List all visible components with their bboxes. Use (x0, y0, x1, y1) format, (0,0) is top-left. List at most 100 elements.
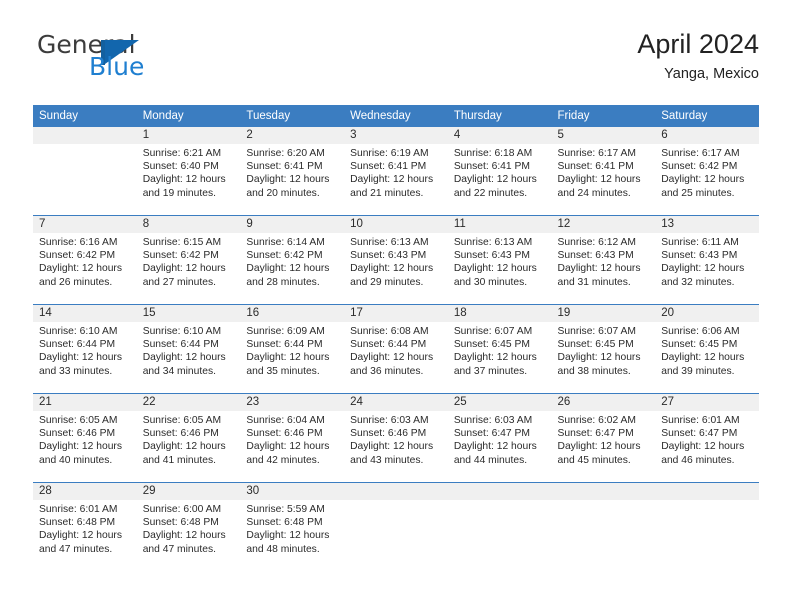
calendar-day-cell[interactable]: 7 Sunrise: 6:16 AM Sunset: 6:42 PM Daylight… (33, 216, 137, 304)
calendar-day-cell[interactable]: 10 Sunrise: 6:13 AM Sunset: 6:43 PM Dayligh… (344, 216, 448, 304)
sunrise-text: Sunrise: 6:19 AM (350, 148, 429, 159)
calendar-day-cell[interactable]: 24 Sunrise: 6:03 AM Sunset: 6:46 PM Dayligh… (344, 394, 448, 482)
calendar-day-cell[interactable]: 4 Sunrise: 6:18 AM Sunset: 6:41 PM Daylight… (447, 127, 552, 215)
calendar-day-cell[interactable]: 28 Sunrise: 6:01 AM Sunset: 6:48 PM Dayligh… (33, 483, 137, 571)
calendar-day-cell[interactable]: 11 Sunrise: 6:13 AM Sunset: 6:43 PM Dayligh… (447, 216, 552, 304)
daylight-text-line1: Daylight: 12 hours (557, 263, 641, 275)
calendar-day-cell[interactable]: 21 Sunrise: 6:05 AM Sunset: 6:46 PM Dayligh… (33, 394, 137, 482)
sunset-text: Sunset: 6:46 PM (142, 428, 219, 440)
sunrise-text: Sunrise: 6:08 AM (350, 326, 429, 337)
day-details: Sunrise: 6:10 AM Sunset: 6:44 PM Daylight:… (137, 322, 241, 378)
calendar-day-cell[interactable]: 30 Sunrise: 5:59 AM Sunset: 6:48 PM Dayligh… (240, 483, 345, 571)
sunrise-text: Sunrise: 6:05 AM (142, 415, 222, 426)
weekday-header-wednesday: Wednesday (344, 105, 448, 127)
calendar-day-cell[interactable]: 29 Sunrise: 6:00 AM Sunset: 6:48 PM Dayligh… (136, 483, 241, 571)
sunset-text: Sunset: 6:47 PM (557, 428, 634, 440)
sunrise-text: Sunrise: 6:21 AM (142, 148, 222, 159)
day-number (33, 127, 137, 144)
sunset-text: Sunset: 6:40 PM (142, 161, 219, 173)
sunrise-text: Sunrise: 6:13 AM (350, 237, 429, 248)
calendar-day-cell[interactable]: 14 Sunrise: 6:10 AM Sunset: 6:44 PM Dayligh… (33, 305, 137, 393)
daylight-text-line1: Daylight: 12 hours (39, 441, 122, 453)
calendar-week-row: 1 Sunrise: 6:21 AM Sunset: 6:40 PM Daylight… (33, 126, 759, 216)
daylight-text-line2: and 30 minutes. (453, 276, 528, 288)
calendar-day-cell[interactable]: 6 Sunrise: 6:17 AM Sunset: 6:42 PM Daylight… (655, 127, 759, 215)
sunset-text: Sunset: 6:42 PM (246, 250, 323, 262)
calendar-day-cell[interactable]: 2 Sunrise: 6:20 AM Sunset: 6:41 PM Daylight… (240, 127, 345, 215)
calendar-day-cell[interactable]: 16 Sunrise: 6:09 AM Sunset: 6:44 PM Dayligh… (240, 305, 345, 393)
calendar-day-cell[interactable]: 3 Sunrise: 6:19 AM Sunset: 6:41 PM Daylight… (344, 127, 448, 215)
sunset-text: Sunset: 6:45 PM (557, 339, 634, 351)
daylight-text-line1: Daylight: 12 hours (39, 352, 122, 364)
sunset-text: Sunset: 6:43 PM (557, 250, 634, 262)
calendar-day-cell[interactable]: 22 Sunrise: 6:05 AM Sunset: 6:46 PM Dayligh… (136, 394, 241, 482)
sunset-text: Sunset: 6:42 PM (39, 250, 116, 262)
day-number: 3 (344, 127, 448, 144)
sunrise-text: Sunrise: 6:00 AM (142, 504, 222, 515)
calendar-body: 1 Sunrise: 6:21 AM Sunset: 6:40 PM Daylight… (33, 126, 759, 571)
day-details: Sunrise: 6:13 AM Sunset: 6:43 PM Daylight:… (448, 233, 552, 289)
calendar-day-cell[interactable]: 5 Sunrise: 6:17 AM Sunset: 6:41 PM Daylight… (551, 127, 656, 215)
day-number: 15 (136, 305, 241, 322)
calendar-day-cell[interactable]: 17 Sunrise: 6:08 AM Sunset: 6:44 PM Dayligh… (344, 305, 448, 393)
daylight-text-line1: Daylight: 12 hours (39, 530, 122, 542)
calendar-day-cell[interactable]: 19 Sunrise: 6:07 AM Sunset: 6:45 PM Dayligh… (551, 305, 656, 393)
daylight-text-line2: and 24 minutes. (557, 187, 631, 199)
calendar-day-cell[interactable]: 12 Sunrise: 6:12 AM Sunset: 6:43 PM Dayligh… (551, 216, 656, 304)
sunset-text: Sunset: 6:43 PM (453, 250, 530, 262)
sunset-text: Sunset: 6:43 PM (350, 250, 427, 262)
calendar-day-cell[interactable]: 15 Sunrise: 6:10 AM Sunset: 6:44 PM Dayligh… (136, 305, 241, 393)
sunrise-text: Sunrise: 6:11 AM (661, 237, 739, 248)
day-number: 24 (344, 394, 448, 411)
sunset-text: Sunset: 6:42 PM (142, 250, 219, 262)
day-number: 26 (551, 394, 656, 411)
sunrise-text: Sunrise: 6:01 AM (39, 504, 118, 515)
daylight-text-line1: Daylight: 12 hours (661, 352, 745, 364)
day-details: Sunrise: 6:00 AM Sunset: 6:48 PM Daylight:… (137, 500, 241, 556)
day-details: Sunrise: 6:05 AM Sunset: 6:46 PM Daylight:… (137, 411, 241, 467)
sunrise-text: Sunrise: 6:17 AM (557, 148, 636, 159)
sunrise-text: Sunrise: 6:02 AM (557, 415, 636, 426)
calendar-day-cell[interactable]: 25 Sunrise: 6:03 AM Sunset: 6:47 PM Dayligh… (447, 394, 552, 482)
day-number: 8 (136, 216, 241, 233)
daylight-text-line2: and 35 minutes. (246, 365, 320, 377)
calendar-day-cell[interactable]: 8 Sunrise: 6:15 AM Sunset: 6:42 PM Daylight… (136, 216, 241, 304)
sunset-text: Sunset: 6:47 PM (661, 428, 738, 440)
day-number: 12 (551, 216, 656, 233)
day-number: 5 (551, 127, 656, 144)
day-details: Sunrise: 6:09 AM Sunset: 6:44 PM Daylight:… (240, 322, 344, 378)
calendar-day-cell[interactable]: 20 Sunrise: 6:06 AM Sunset: 6:45 PM Dayligh… (655, 305, 759, 393)
calendar-day-cell[interactable]: 18 Sunrise: 6:07 AM Sunset: 6:45 PM Dayligh… (447, 305, 552, 393)
calendar-day-cell[interactable]: 1 Sunrise: 6:21 AM Sunset: 6:40 PM Daylight… (136, 127, 241, 215)
calendar-page: General Blue April 2024 Yanga, Mexico Su… (0, 0, 792, 612)
sunrise-text: Sunrise: 6:12 AM (557, 237, 636, 248)
daylight-text-line1: Daylight: 12 hours (246, 441, 330, 453)
day-number: 20 (655, 305, 759, 322)
day-number: 13 (655, 216, 759, 233)
calendar-day-cell[interactable]: 23 Sunrise: 6:04 AM Sunset: 6:46 PM Dayligh… (240, 394, 345, 482)
sunrise-text: Sunrise: 6:07 AM (453, 326, 533, 337)
calendar-day-cell[interactable]: 27 Sunrise: 6:01 AM Sunset: 6:47 PM Dayligh… (655, 394, 759, 482)
daylight-text-line2: and 40 minutes. (39, 454, 113, 466)
daylight-text-line2: and 38 minutes. (557, 365, 631, 377)
sunrise-text: Sunrise: 6:03 AM (350, 415, 429, 426)
daylight-text-line1: Daylight: 12 hours (661, 441, 745, 453)
daylight-text-line1: Daylight: 12 hours (246, 530, 330, 542)
calendar-week-row: 21 Sunrise: 6:05 AM Sunset: 6:46 PM Dayligh… (33, 393, 759, 483)
daylight-text-line1: Daylight: 12 hours (557, 174, 641, 186)
daylight-text-line2: and 48 minutes. (246, 543, 320, 555)
sunset-text: Sunset: 6:44 PM (39, 339, 116, 351)
daylight-text-line1: Daylight: 12 hours (246, 263, 330, 275)
calendar-day-cell[interactable]: 9 Sunrise: 6:14 AM Sunset: 6:42 PM Daylight… (240, 216, 345, 304)
day-details: Sunrise: 6:16 AM Sunset: 6:42 PM Daylight:… (33, 233, 137, 289)
calendar-day-cell[interactable]: 13 Sunrise: 6:11 AM Sunset: 6:43 PM Dayligh… (655, 216, 759, 304)
sunrise-text: Sunrise: 6:09 AM (246, 326, 325, 337)
sunrise-text: Sunrise: 6:01 AM (661, 415, 740, 426)
daylight-text-line2: and 32 minutes. (661, 276, 735, 288)
day-number: 7 (33, 216, 137, 233)
calendar-day-cell[interactable]: 26 Sunrise: 6:02 AM Sunset: 6:47 PM Dayligh… (551, 394, 656, 482)
sunrise-text: Sunrise: 6:10 AM (39, 326, 118, 337)
daylight-text-line1: Daylight: 12 hours (453, 263, 537, 275)
general-blue-logo[interactable]: General Blue (33, 28, 243, 86)
day-details: Sunrise: 6:13 AM Sunset: 6:43 PM Daylight:… (344, 233, 448, 289)
